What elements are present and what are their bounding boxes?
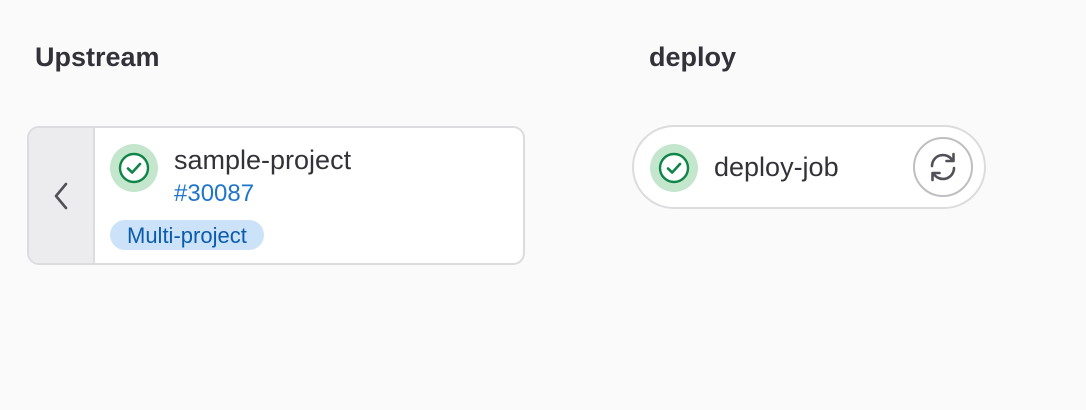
deploy-job-name: deploy-job	[714, 152, 839, 182]
check-circle-icon	[118, 152, 150, 184]
upstream-stage-title: Upstream	[35, 42, 160, 72]
check-circle-icon	[658, 152, 690, 184]
collapse-upstream-button[interactable]	[29, 128, 95, 263]
upstream-card-body: sample-project #30087 Multi-project	[95, 128, 523, 263]
upstream-project-name: sample-project	[174, 145, 352, 175]
status-success-icon	[650, 144, 698, 192]
upstream-pipeline-card: sample-project #30087 Multi-project	[27, 126, 525, 265]
chevron-left-icon	[54, 182, 68, 209]
status-success-icon[interactable]	[110, 144, 158, 192]
deploy-stage-title: deploy	[649, 42, 737, 72]
pipeline-graph: Upstream deploy sample-project #30087 Mu…	[0, 0, 1086, 410]
retry-job-button[interactable]	[913, 137, 973, 197]
upstream-pipeline-link[interactable]: #30087	[174, 180, 254, 208]
multi-project-badge: Multi-project	[110, 220, 264, 250]
deploy-job-item[interactable]: deploy-job	[632, 125, 986, 209]
retry-icon	[930, 152, 956, 182]
